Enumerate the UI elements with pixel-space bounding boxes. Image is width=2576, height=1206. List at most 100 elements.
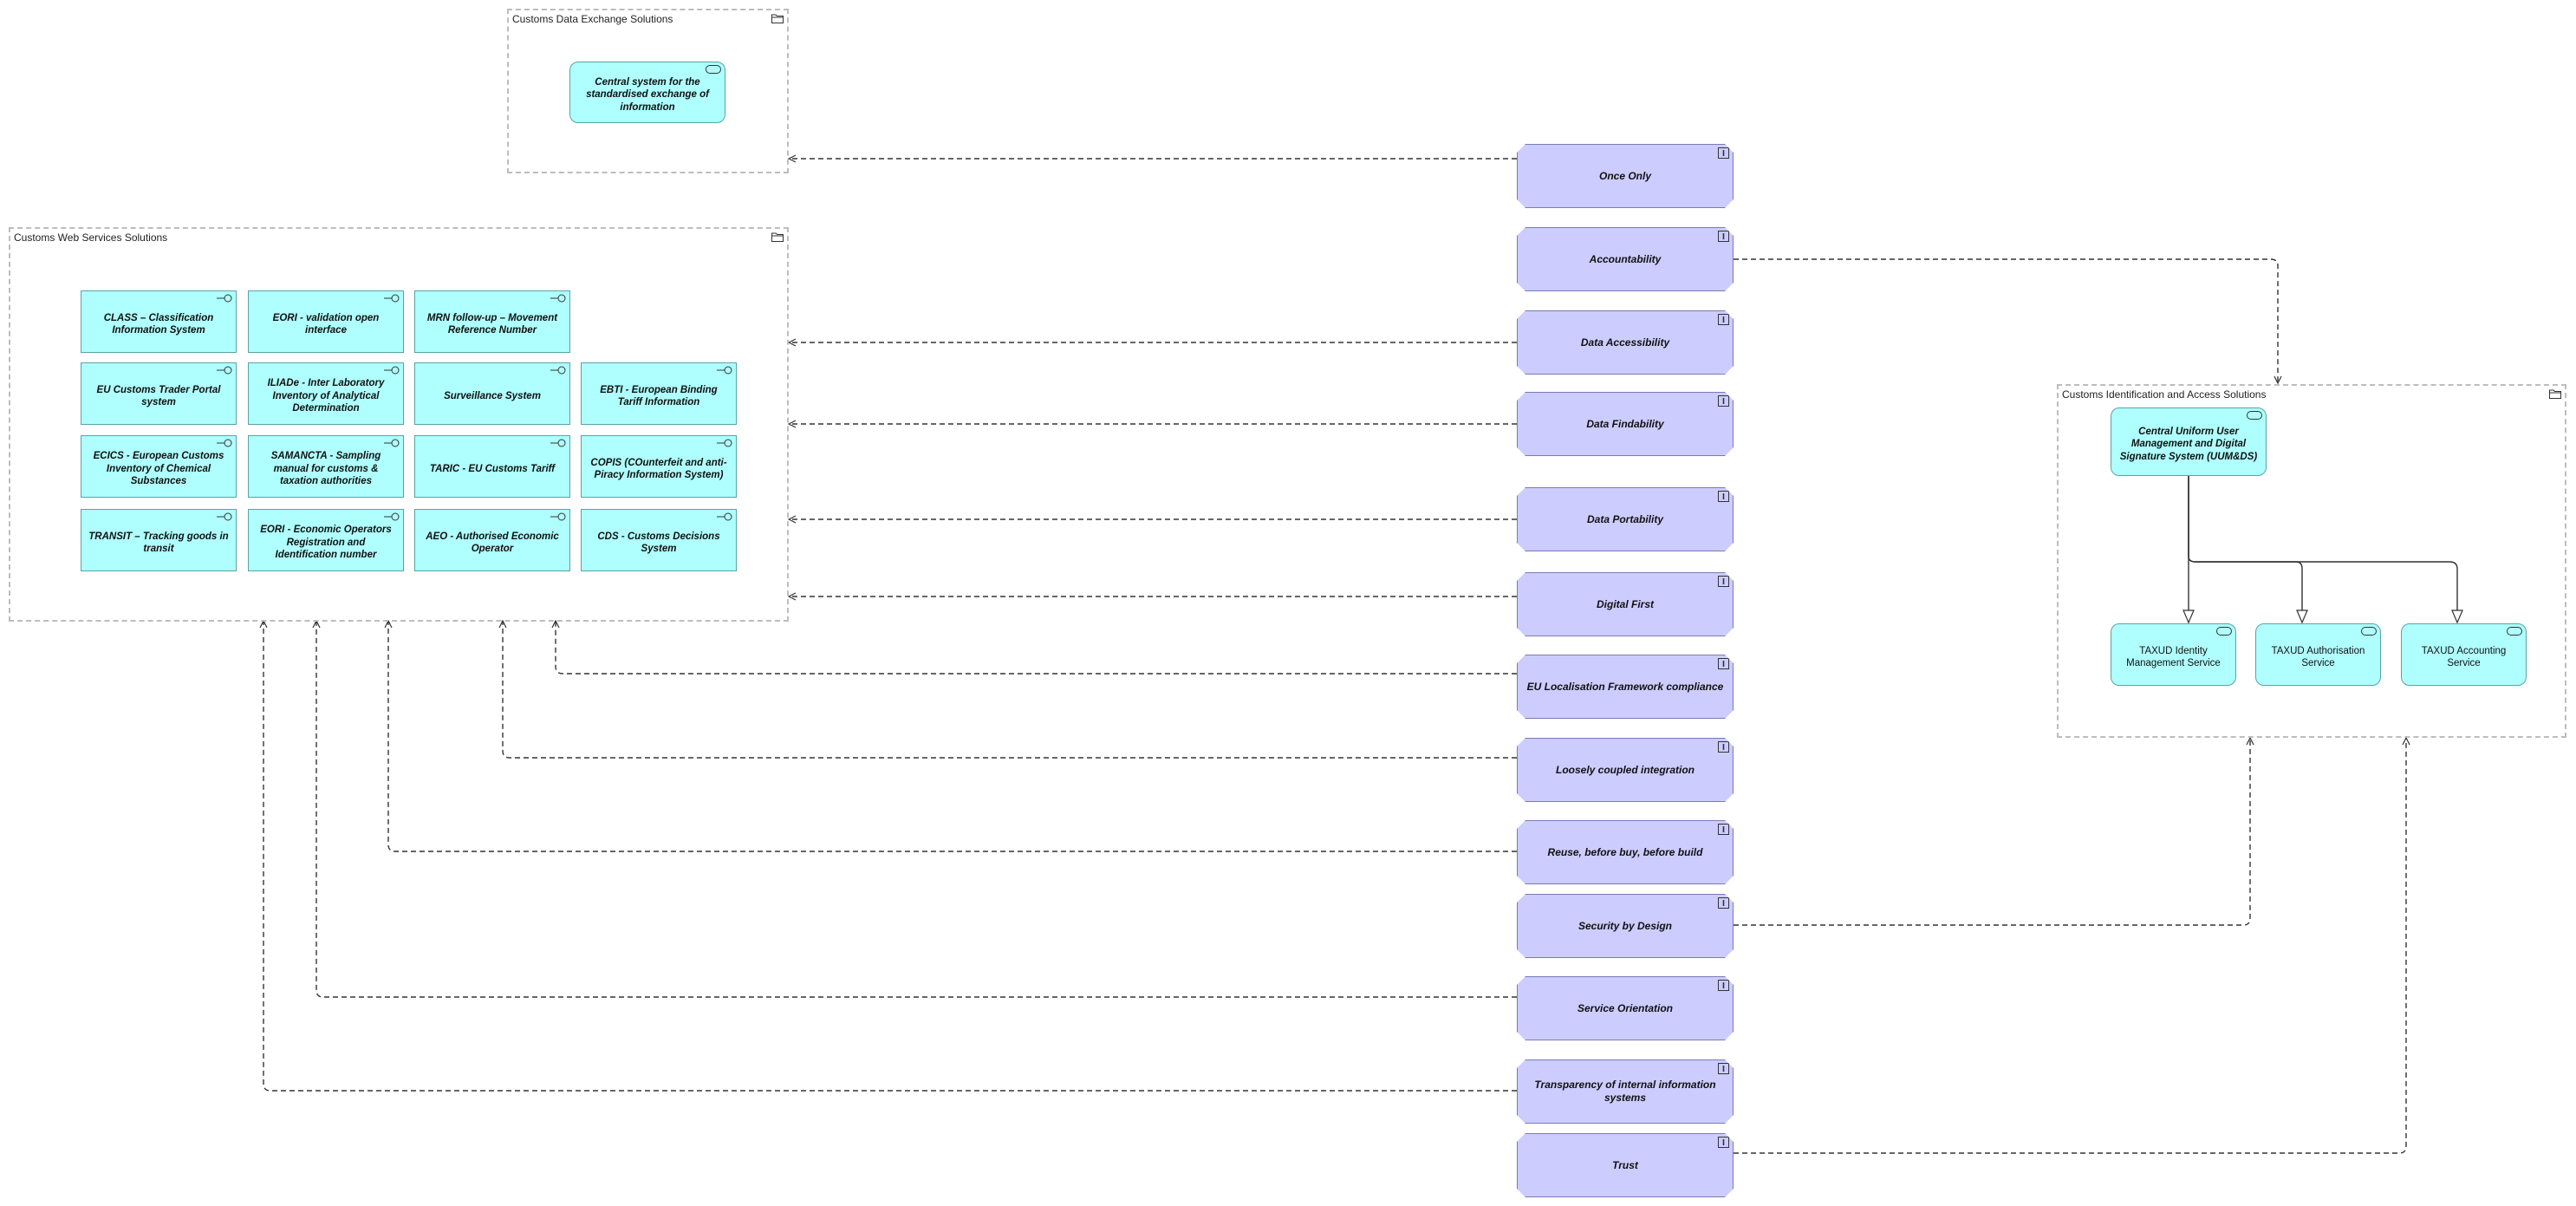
principle-accountability[interactable]: Accountability	[1517, 227, 1734, 291]
interface-icon	[384, 439, 400, 447]
principle-icon	[1718, 314, 1729, 325]
connector-transparency	[263, 621, 1517, 1092]
connector-service-orientation	[316, 621, 1517, 998]
app-label: ECICS - European Customs Inventory of Ch…	[93, 451, 224, 487]
app-label: EBTI - European Binding Tariff Informati…	[600, 384, 718, 407]
app-copis[interactable]: COPIS (COunterfeit and anti-Piracy Infor…	[581, 435, 737, 498]
principle-data-accessibility[interactable]: Data Accessibility	[1517, 310, 1734, 375]
interface-icon	[217, 366, 232, 375]
connector-eu-localisation	[556, 621, 1517, 675]
app-label: EORI - validation open interface	[272, 312, 380, 336]
interface-icon	[384, 512, 400, 521]
principle-icon	[1718, 741, 1729, 753]
interface-icon	[217, 512, 232, 521]
service-icon	[2247, 411, 2262, 420]
principle-transparency[interactable]: Transparency of internal information sys…	[1517, 1059, 1734, 1124]
app-transit[interactable]: TRANSIT – Tracking goods in transit	[81, 509, 237, 571]
app-label: CDS - Customs Decisions System	[597, 531, 720, 554]
interface-icon	[550, 512, 566, 521]
service-label: TAXUD Identity Management Service	[2126, 645, 2221, 668]
connector-reuse	[388, 621, 1517, 852]
service-taxud-identity[interactable]: TAXUD Identity Management Service	[2111, 623, 2236, 686]
principle-loosely-coupled[interactable]: Loosely coupled integration	[1517, 738, 1734, 802]
principle-icon	[1718, 491, 1729, 502]
principle-label: Digital First	[1596, 597, 1654, 610]
folder-icon	[771, 232, 784, 242]
principle-label: Data Findability	[1586, 417, 1664, 430]
app-surveillance[interactable]: Surveillance System	[414, 362, 570, 425]
service-central-exchange[interactable]: Central system for the standardised exch…	[569, 62, 725, 123]
app-ebti[interactable]: EBTI - European Binding Tariff Informati…	[581, 362, 737, 425]
principle-label: Data Portability	[1586, 512, 1664, 525]
interface-icon	[384, 294, 400, 303]
app-class[interactable]: CLASS – Classification Information Syste…	[81, 290, 237, 353]
connector-accountability	[1734, 258, 2278, 383]
principle-icon	[1718, 147, 1729, 159]
app-eori-validation[interactable]: EORI - validation open interface	[248, 290, 404, 353]
interface-icon	[217, 439, 232, 447]
principle-label: Accountability	[1589, 252, 1662, 265]
app-iliade[interactable]: ILIADe - Inter Laboratory Inventory of A…	[248, 362, 404, 425]
principle-service-orientation[interactable]: Service Orientation	[1517, 976, 1734, 1040]
principle-reuse[interactable]: Reuse, before buy, before build	[1517, 820, 1734, 884]
interface-icon	[384, 366, 400, 375]
app-cds[interactable]: CDS - Customs Decisions System	[581, 509, 737, 571]
connector-security	[1734, 738, 2250, 926]
app-label: SAMANCTA - Sampling manual for customs &…	[270, 451, 381, 487]
principle-label: Loosely coupled integration	[1555, 763, 1695, 776]
service-label: TAXUD Accounting Service	[2421, 645, 2507, 668]
principle-label: Data Accessibility	[1580, 336, 1670, 349]
service-icon	[2216, 627, 2232, 636]
principle-icon	[1718, 897, 1729, 909]
principle-label: Service Orientation	[1577, 1001, 1674, 1014]
app-label: EU Customs Trader Portal system	[96, 384, 221, 407]
interface-icon	[717, 439, 732, 447]
principle-label: Trust	[1612, 1158, 1638, 1171]
app-eu-trader-portal[interactable]: EU Customs Trader Portal system	[81, 362, 237, 425]
principle-label: Reuse, before buy, before build	[1547, 845, 1703, 858]
app-taric[interactable]: TARIC - EU Customs Tariff	[414, 435, 570, 498]
principle-label: Once Only	[1598, 169, 1652, 182]
service-label: TAXUD Authorisation Service	[2271, 645, 2365, 668]
group-title: Customs Data Exchange Solutions	[512, 13, 673, 25]
app-label: CLASS – Classification Information Syste…	[103, 312, 214, 336]
principle-label: EU Localisation Framework compliance	[1526, 680, 1724, 693]
principle-data-portability[interactable]: Data Portability	[1517, 487, 1734, 551]
service-icon	[2361, 627, 2377, 636]
interface-icon	[717, 366, 732, 375]
app-aeo[interactable]: AEO - Authorised Economic Operator	[414, 509, 570, 571]
app-label: TRANSIT – Tracking goods in transit	[88, 531, 229, 554]
interface-icon	[217, 294, 232, 303]
app-samancta[interactable]: SAMANCTA - Sampling manual for customs &…	[248, 435, 404, 498]
interface-icon	[550, 366, 566, 375]
service-uum-ds[interactable]: Central Uniform User Management and Digi…	[2111, 407, 2267, 476]
principle-icon	[1718, 231, 1729, 242]
interface-icon	[717, 512, 732, 521]
service-icon	[2507, 627, 2522, 636]
service-taxud-authorisation[interactable]: TAXUD Authorisation Service	[2255, 623, 2381, 686]
service-label: Central system for the standardised exch…	[586, 76, 709, 113]
folder-icon	[2549, 389, 2561, 399]
app-label: ILIADe - Inter Laboratory Inventory of A…	[267, 378, 385, 414]
principle-eu-localisation[interactable]: EU Localisation Framework compliance	[1517, 655, 1734, 719]
principle-security-by-design[interactable]: Security by Design	[1517, 894, 1734, 958]
principle-icon	[1718, 1063, 1729, 1074]
app-label: EORI - Economic Operators Registration a…	[260, 525, 392, 561]
app-ecics[interactable]: ECICS - European Customs Inventory of Ch…	[81, 435, 237, 498]
group-title: Customs Identification and Access Soluti…	[2062, 388, 2267, 401]
principle-icon	[1718, 1137, 1729, 1148]
folder-icon	[771, 14, 784, 23]
connector-trust	[1734, 738, 2406, 1154]
service-label: Central Uniform User Management and Digi…	[2119, 426, 2258, 462]
app-eori-registration[interactable]: EORI - Economic Operators Registration a…	[248, 509, 404, 571]
principle-once-only[interactable]: Once Only	[1517, 144, 1734, 208]
principle-digital-first[interactable]: Digital First	[1517, 572, 1734, 636]
principle-trust[interactable]: Trust	[1517, 1133, 1734, 1197]
principle-icon	[1718, 395, 1729, 407]
service-taxud-accounting[interactable]: TAXUD Accounting Service	[2401, 623, 2527, 686]
principle-icon	[1718, 980, 1729, 991]
interface-icon	[550, 439, 566, 447]
app-mrn-follow-up[interactable]: MRN follow-up – Movement Reference Numbe…	[414, 290, 570, 353]
interface-icon	[550, 294, 566, 303]
principle-data-findability[interactable]: Data Findability	[1517, 392, 1734, 456]
